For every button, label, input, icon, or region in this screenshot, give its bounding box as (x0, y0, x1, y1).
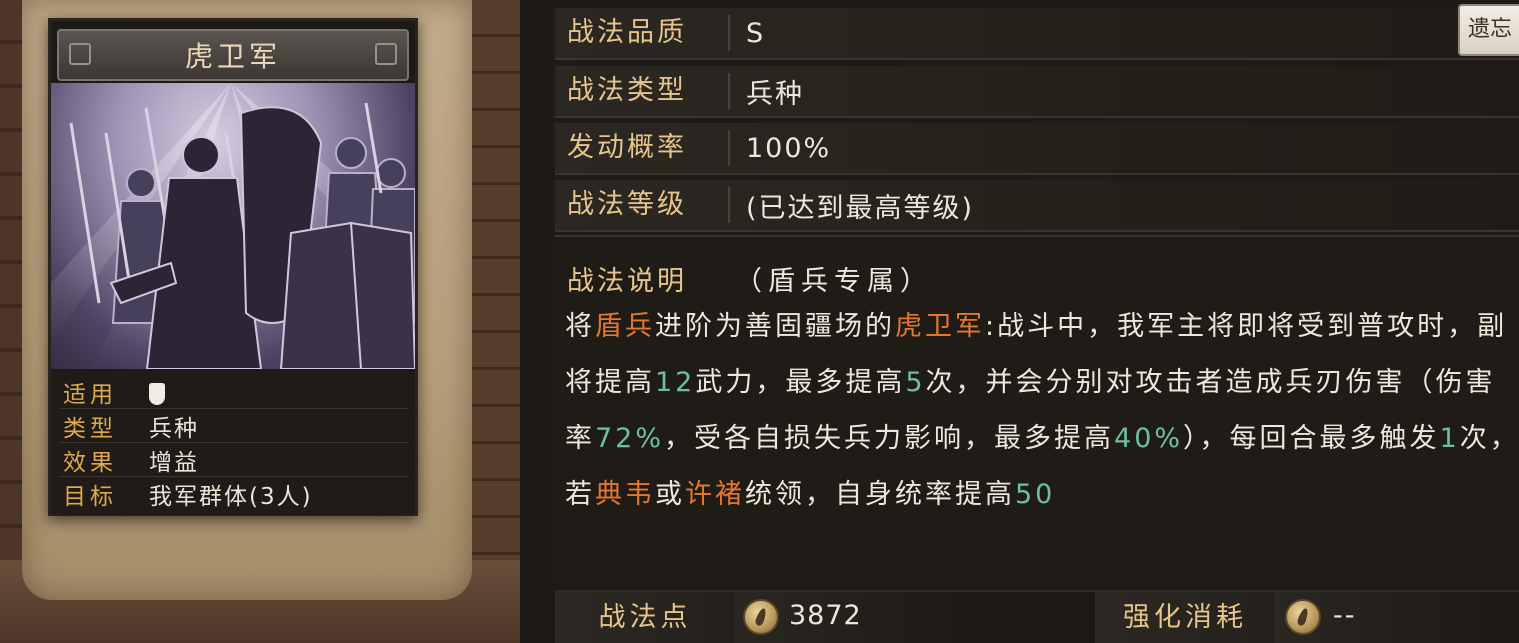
highlight-text: 50 (1015, 479, 1056, 510)
info-row-effect: 效果 增益 (59, 443, 409, 477)
upgrade-cost-label: 强化消耗 (1095, 592, 1275, 643)
info-value: 兵种 (149, 415, 199, 442)
forget-button[interactable]: 遗忘 (1458, 4, 1519, 56)
card-title-bar: 虎卫军 (57, 29, 409, 81)
quality-label: 战法品质 (555, 15, 730, 51)
quill-coin-icon (1285, 599, 1321, 635)
skill-card[interactable]: 虎卫军 适用 类型 兵种 效果 增益 目标 我军群体(3人) (48, 18, 418, 516)
highlight-text: 盾兵 (595, 311, 655, 342)
highlight-text: 5 (905, 367, 926, 398)
rate-label: 发动概率 (555, 130, 730, 166)
type-value: 兵种 (746, 78, 804, 110)
skill-points-label: 战法点 (555, 592, 735, 643)
upgrade-cost-box: -- (1275, 592, 1519, 643)
bottom-bar: 战法点 3872 强化消耗 -- (555, 590, 1519, 643)
description-text: 将盾兵进阶为善固疆场的虎卫军:战斗中，我军主将即将受到普攻时，副将提高12武力，… (565, 299, 1519, 527)
highlight-text: 72% (595, 423, 665, 454)
highlight-text: 1 (1439, 423, 1460, 454)
card-info: 适用 类型 兵种 效果 增益 目标 我军群体(3人) (51, 371, 415, 515)
quill-coin-icon (743, 599, 779, 635)
info-row-target: 目标 我军群体(3人) (59, 477, 409, 511)
info-label: 目标 (63, 484, 117, 510)
row-rate: 发动概率 100% (555, 123, 1519, 175)
level-label: 战法等级 (555, 187, 730, 223)
ornament-icon (375, 43, 397, 65)
highlight-text: 许褚 (685, 479, 745, 510)
row-type: 战法类型 兵种 (555, 66, 1519, 118)
description-segment: 进阶为善固疆场的 (655, 311, 895, 342)
description-subtitle: （盾兵专属） (735, 266, 933, 297)
skill-points-box: 3872 (735, 592, 995, 643)
ornament-icon (69, 43, 91, 65)
highlight-text: 40% (1114, 423, 1184, 454)
card-artwork (51, 83, 415, 369)
info-label: 效果 (63, 449, 117, 476)
skill-points-value: 3872 (789, 600, 862, 631)
description-segment: 或 (655, 479, 685, 510)
info-value: 增益 (149, 449, 199, 476)
row-level: 战法等级 (已达到最高等级) (555, 180, 1519, 232)
info-value: 我军群体(3人) (149, 484, 313, 510)
info-label: 类型 (63, 415, 117, 442)
shield-icon (149, 382, 165, 405)
upgrade-cost-value: -- (1333, 600, 1357, 631)
type-label: 战法类型 (555, 73, 730, 109)
info-row-type: 类型 兵种 (59, 409, 409, 443)
description-segment: 将 (565, 311, 595, 342)
description-label: 战法说明 (567, 266, 687, 297)
description-box[interactable]: 战法说明 （盾兵专属） 将盾兵进阶为善固疆场的虎卫军:战斗中，我军主将即将受到普… (555, 235, 1519, 580)
highlight-text: 虎卫军 (895, 311, 985, 342)
rate-value: 100% (746, 132, 832, 164)
highlight-text: 典韦 (595, 479, 655, 510)
description-segment: 武力，最多提高 (695, 367, 906, 398)
info-row-applicable: 适用 (59, 375, 409, 409)
level-value: (已达到最高等级) (746, 192, 975, 224)
card-title: 虎卫军 (184, 40, 281, 73)
soldiers-silhouette-illustration (51, 83, 415, 369)
description-segment: ，受各自损失兵力影响，最多提高 (664, 423, 1115, 454)
description-segment: ），每回合最多触发 (1183, 423, 1440, 454)
info-label: 适用 (63, 381, 117, 408)
quality-value: S (746, 17, 766, 49)
row-quality: 战法品质 S (555, 8, 1519, 60)
highlight-text: 12 (655, 367, 696, 398)
description-segment: 统领，自身统率提高 (745, 479, 1015, 510)
